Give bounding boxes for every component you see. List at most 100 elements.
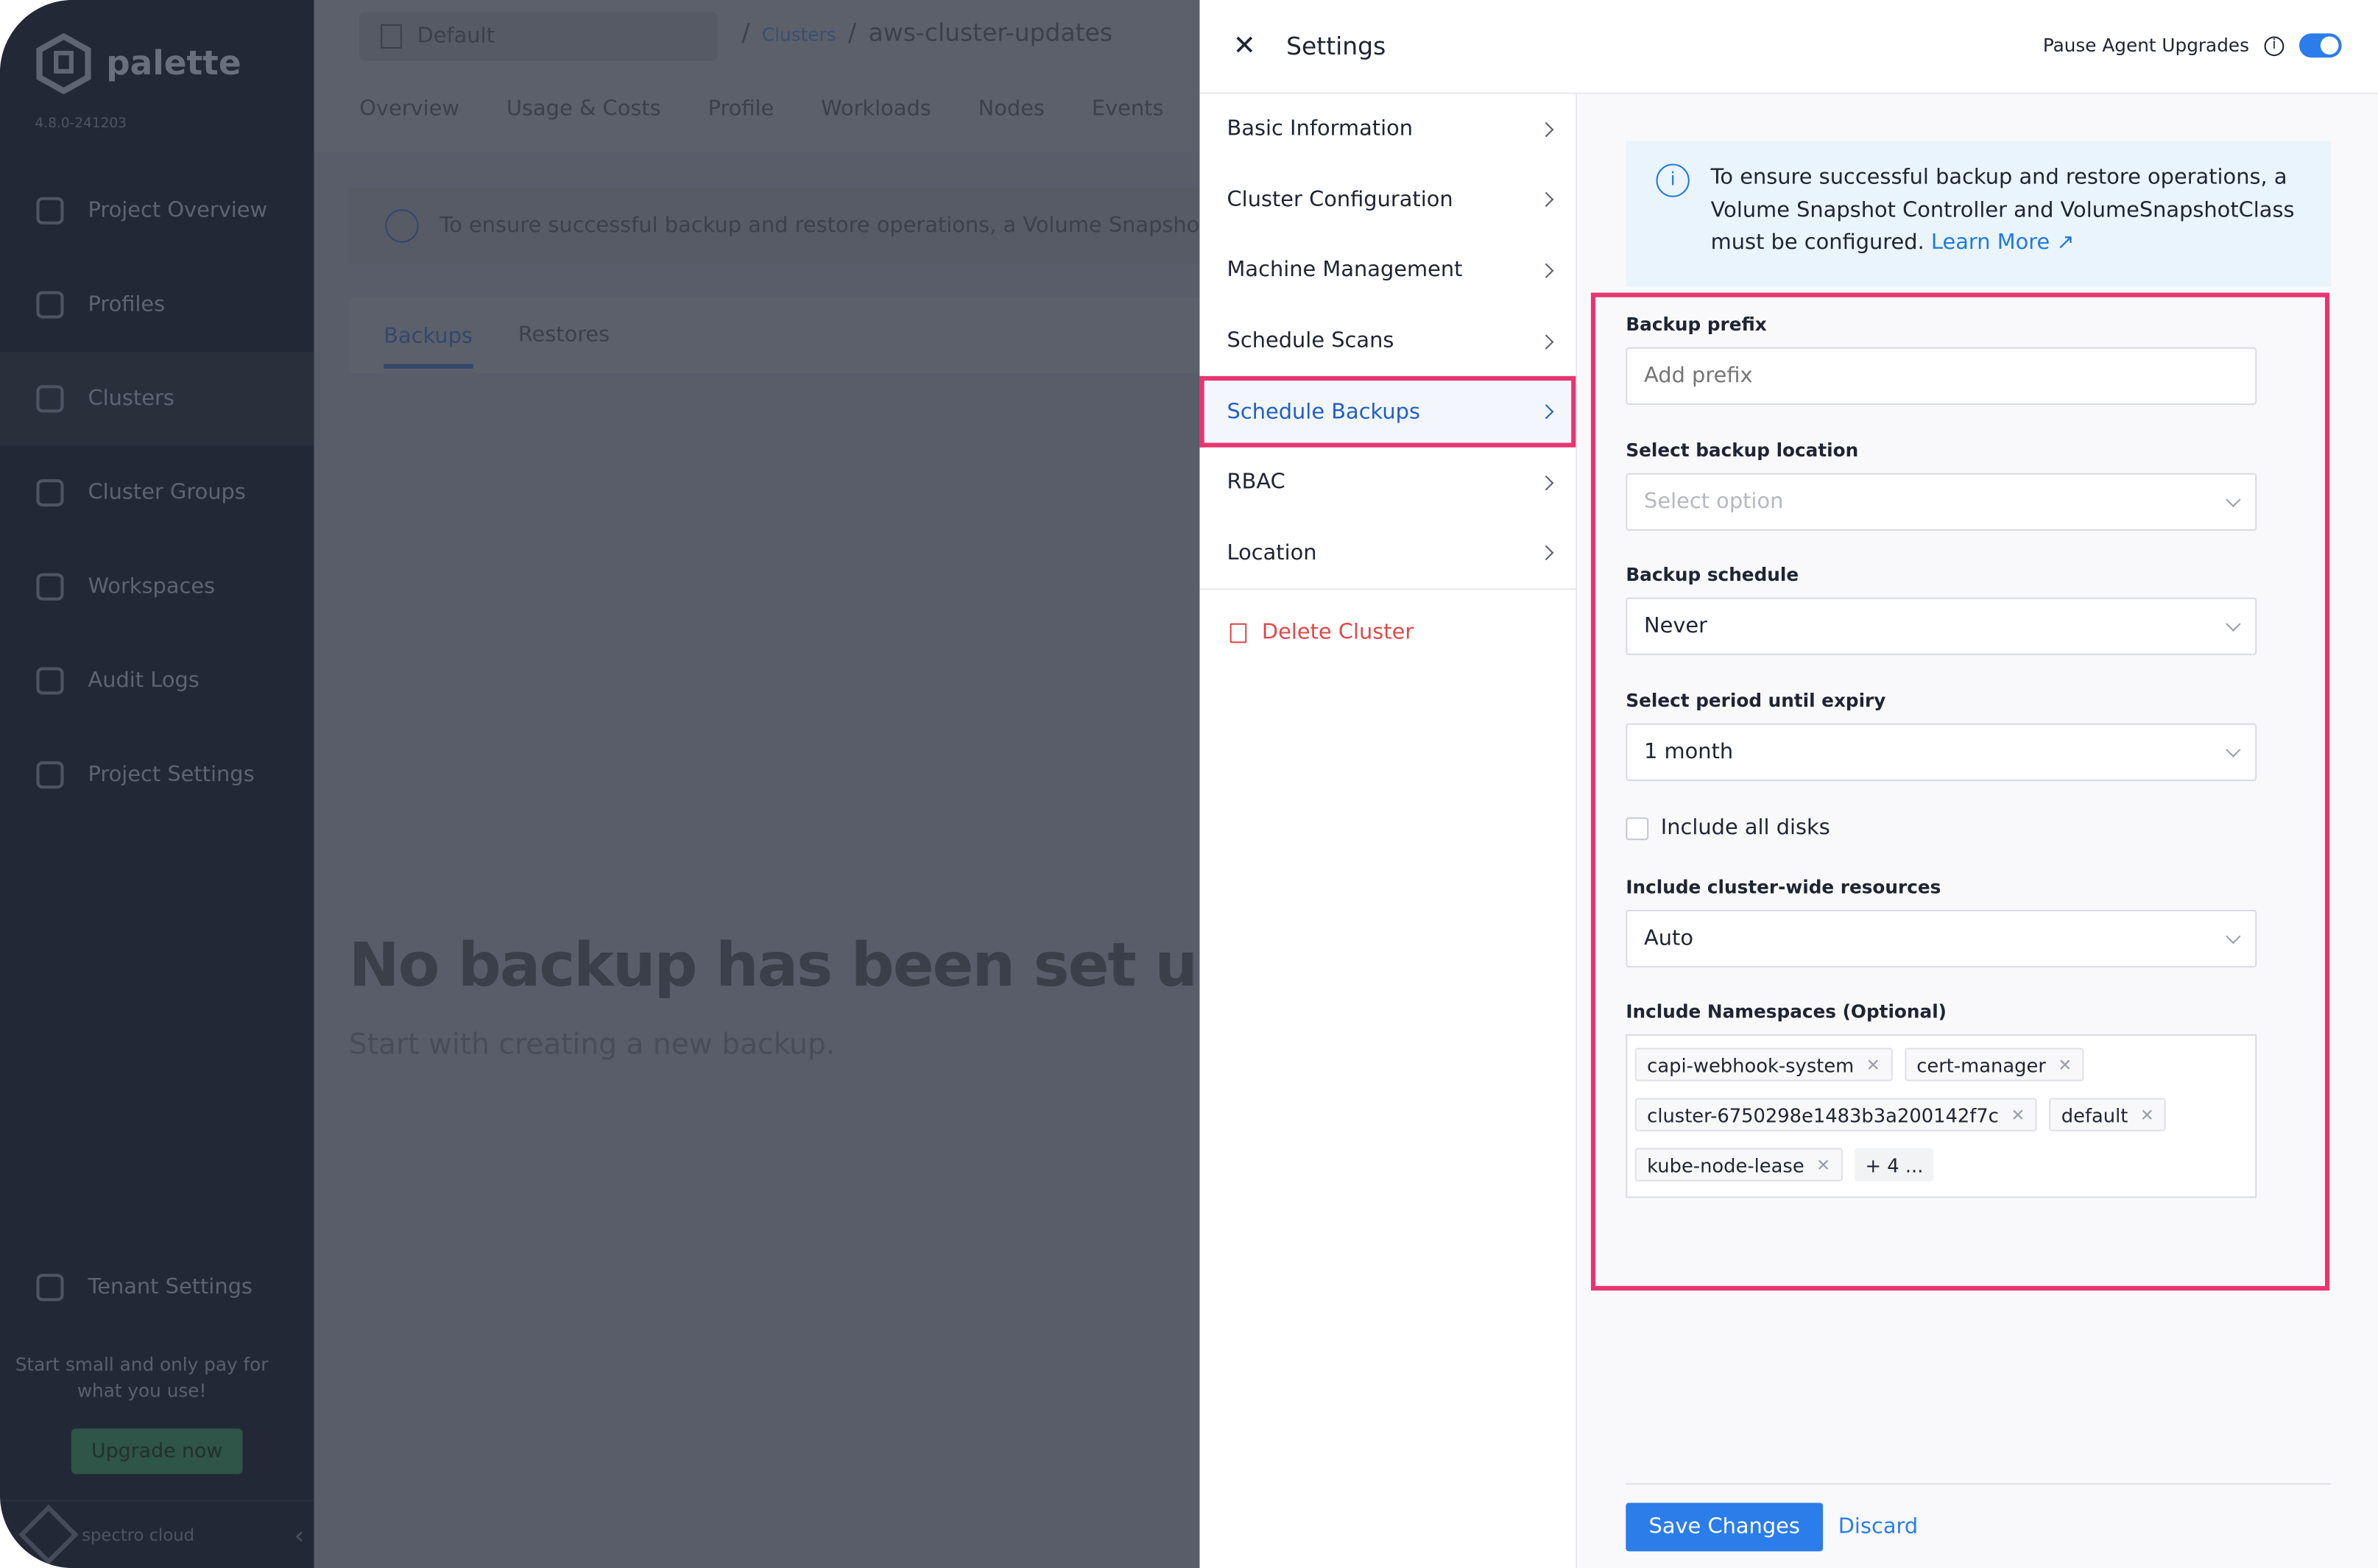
sidebar-item-label: Project Settings (88, 763, 255, 788)
backup-location-label: Select backup location (1626, 439, 1859, 462)
sidebar-item-label: Workspaces (88, 574, 216, 599)
spectro-cloud-logo-icon (18, 1504, 79, 1565)
sidebar-item-audit-logs[interactable]: Audit Logs (0, 634, 314, 728)
menu-item-rbac[interactable]: RBAC (1199, 448, 1576, 518)
menu-item-label: Location (1227, 541, 1317, 566)
sidebar-item-label: Clusters (88, 386, 174, 412)
tab-profile[interactable]: Profile (708, 97, 775, 121)
delete-label: Delete Cluster (1261, 620, 1414, 645)
external-link-icon: ↗ (2056, 230, 2075, 255)
promo-text: Start small and only pay for what you us… (15, 1354, 269, 1402)
palette-logo[interactable]: palette (33, 33, 241, 94)
expiry-select[interactable]: 1 month (1626, 723, 2257, 781)
menu-item-schedule-scans[interactable]: Schedule Scans (1199, 306, 1576, 377)
empty-subtitle: Start with creating a new backup. (348, 1028, 836, 1062)
remove-tag-icon[interactable]: ✕ (1866, 1055, 1880, 1075)
sidebar-item-label: Tenant Settings (88, 1275, 253, 1300)
tab-nodes[interactable]: Nodes (978, 97, 1045, 121)
sidebar-item-clusters[interactable]: Clusters (0, 351, 314, 446)
settings-menu: Basic Information Cluster Configuration Ma… (1199, 93, 1578, 1568)
sidebar-item-project-overview[interactable]: Project Overview (0, 163, 314, 258)
tab-backups[interactable]: Backups (384, 306, 473, 369)
namespaces-select[interactable]: capi-webhook-system ✕ cert-manager ✕ cluster… (1626, 1034, 2257, 1198)
sidebar: palette 4.8.0-241203 Project Overview Pro… (0, 0, 314, 1568)
breadcrumb-current: aws-cluster-updates (868, 18, 1113, 47)
settings-drawer: ✕ Settings Pause Agent Upgrades i Basic I… (1199, 0, 2378, 1568)
discard-button[interactable]: Discard (1838, 1515, 1918, 1539)
learn-more-link[interactable]: Learn More (1931, 230, 2050, 255)
sidebar-item-label: Profiles (88, 292, 166, 317)
project-icon (381, 24, 402, 49)
sidebar-item-workspaces[interactable]: Workspaces (0, 540, 314, 634)
menu-item-machine-management[interactable]: Machine Management (1199, 236, 1576, 306)
sidebar-footer: spectro cloud ‹ (0, 1500, 314, 1568)
sidebar-item-project-settings[interactable]: Project Settings (0, 728, 314, 822)
tab-restores[interactable]: Restores (518, 323, 610, 347)
remove-tag-icon[interactable]: ✕ (2140, 1105, 2154, 1125)
chevron-right-icon (1538, 404, 1554, 420)
delete-cluster-button[interactable]: Delete Cluster (1199, 590, 1576, 675)
project-name: Default (417, 24, 495, 49)
drawer-title: Settings (1286, 32, 1386, 61)
breadcrumb-clusters[interactable]: Clusters (762, 24, 836, 46)
select-value: 1 month (1644, 740, 1734, 765)
remove-tag-icon[interactable]: ✕ (2011, 1105, 2025, 1125)
sidebar-item-tenant-settings[interactable]: Tenant Settings (0, 1240, 314, 1335)
chevron-right-icon (1538, 333, 1554, 349)
more-namespaces-tag[interactable]: + 4 ... (1855, 1148, 1934, 1182)
menu-item-location[interactable]: Location (1199, 518, 1576, 589)
pause-upgrades-toggle[interactable] (2298, 33, 2342, 58)
backup-location-select[interactable]: Select option (1626, 473, 2257, 531)
backup-schedule-label: Backup schedule (1626, 564, 1799, 586)
namespace-tag: default ✕ (2049, 1098, 2167, 1131)
tools-icon (36, 1274, 64, 1302)
include-all-disks-checkbox[interactable]: Include all disks (1626, 816, 1830, 840)
sidebar-item-cluster-groups[interactable]: Cluster Groups (0, 446, 314, 540)
menu-item-label: RBAC (1227, 470, 1285, 495)
menu-item-basic-information[interactable]: Basic Information (1199, 94, 1576, 165)
chevron-down-icon (2226, 491, 2241, 506)
gear-icon (36, 761, 64, 789)
checkbox[interactable] (1626, 816, 1649, 840)
info-banner: To ensure successful backup and restore … (348, 188, 1213, 264)
schedule-backups-panel: i To ensure successful backup and restore… (1578, 93, 2378, 1568)
app-version: 4.8.0-241203 (35, 116, 127, 133)
menu-item-schedule-backups[interactable]: Schedule Backups (1199, 376, 1576, 448)
tag-label: capi-webhook-system (1647, 1053, 1855, 1076)
sidebar-nav: Project Overview Profiles Clusters Cluster … (0, 163, 314, 822)
cluster-resources-select[interactable]: Auto (1626, 910, 2257, 968)
namespace-tag: capi-webhook-system ✕ (1634, 1048, 1893, 1081)
sidebar-item-profiles[interactable]: Profiles (0, 258, 314, 352)
tab-events[interactable]: Events (1092, 97, 1164, 121)
chevron-down-icon (2226, 928, 2241, 944)
sidebar-item-label: Audit Logs (88, 668, 200, 693)
remove-tag-icon[interactable]: ✕ (2058, 1055, 2072, 1075)
chevron-down-icon (2226, 615, 2241, 631)
expiry-label: Select period until expiry (1626, 690, 1886, 712)
remove-tag-icon[interactable]: ✕ (1816, 1155, 1830, 1175)
checkbox-label: Include all disks (1660, 816, 1830, 841)
target-icon (36, 573, 64, 601)
menu-item-cluster-configuration[interactable]: Cluster Configuration (1199, 165, 1576, 236)
snapshot-note: i To ensure successful backup and restore… (1626, 141, 2332, 287)
database-icon (36, 291, 64, 319)
tab-workloads[interactable]: Workloads (821, 97, 931, 121)
info-icon: i (1656, 163, 1690, 197)
backup-schedule-select[interactable]: Never (1626, 597, 2257, 655)
save-changes-button[interactable]: Save Changes (1626, 1502, 1824, 1552)
tab-overview[interactable]: Overview (359, 97, 459, 121)
info-icon[interactable]: i (2264, 35, 2284, 56)
project-selector[interactable]: Default (359, 12, 718, 61)
menu-item-label: Schedule Scans (1227, 329, 1394, 354)
backup-prefix-input[interactable] (1626, 347, 2257, 406)
tab-usage-costs[interactable]: Usage & Costs (507, 97, 661, 121)
info-text: To ensure successful backup and restore … (440, 213, 1213, 239)
collapse-sidebar-icon[interactable]: ‹ (294, 1520, 304, 1549)
chevron-down-icon (2226, 741, 2241, 757)
main-content: Default / Clusters / aws-cluster-updates Ov… (314, 0, 1297, 1568)
file-search-icon (36, 667, 64, 695)
upgrade-button[interactable]: Upgrade now (71, 1428, 243, 1475)
app-name: palette (106, 44, 241, 83)
close-icon[interactable]: ✕ (1233, 30, 1256, 62)
chevron-right-icon (1538, 475, 1554, 490)
